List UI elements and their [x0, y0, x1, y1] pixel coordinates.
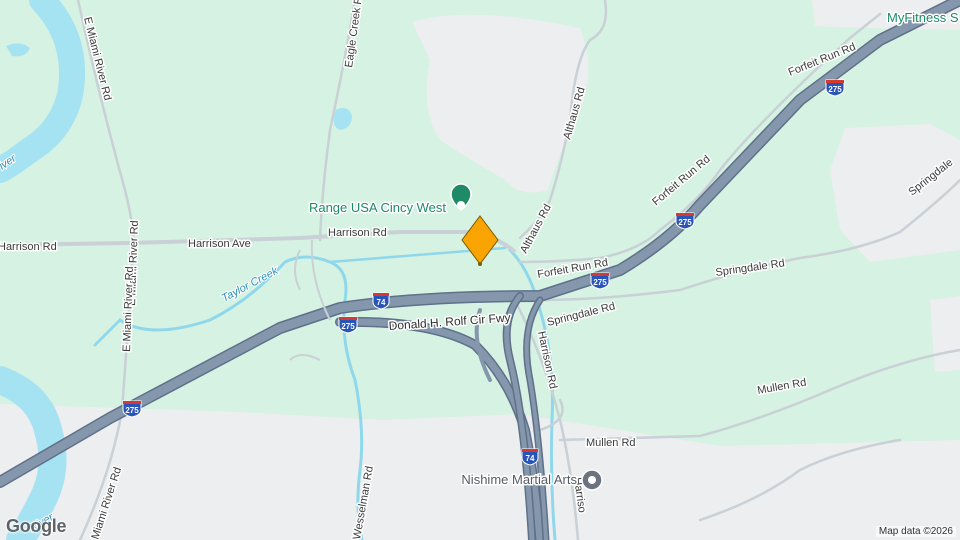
- shield-i74-icon: 74: [521, 448, 539, 466]
- road-label: Harrison Rd: [328, 227, 387, 239]
- shield-i275-icon: 275: [122, 400, 142, 418]
- shield-label: 275: [125, 406, 139, 415]
- shield-i74-icon: 74: [372, 292, 390, 310]
- shield-i275-icon: 275: [825, 79, 845, 97]
- map-canvas[interactable]: 275 275 275 275 275 74 74 Harrison Rd Ha…: [0, 0, 960, 540]
- shield-label: 74: [377, 298, 386, 307]
- shield-label: 74: [526, 454, 535, 463]
- shield-i275-icon: 275: [675, 212, 695, 230]
- shield-i275-icon: 275: [590, 272, 610, 290]
- map-attribution[interactable]: Map data ©2026: [875, 526, 956, 537]
- place-myfitness[interactable]: MyFitness S: [886, 9, 960, 27]
- shield-label: 275: [828, 85, 842, 94]
- place-label: Nishime Martial Arts: [461, 472, 577, 487]
- shield-label: 275: [593, 278, 607, 287]
- shield-label: 275: [341, 322, 355, 331]
- martial-arts-pin-icon[interactable]: [581, 469, 603, 491]
- shield-label: 275: [678, 218, 692, 227]
- place-label: Range USA Cincy West: [309, 200, 446, 215]
- shield-i275-icon: 275: [338, 316, 358, 334]
- map-svg: 275 275 275 275 275 74 74 Harrison Rd Ha…: [0, 0, 960, 540]
- google-logo: Google: [6, 516, 67, 536]
- road-label: Harrison Rd: [0, 241, 57, 253]
- road-label: Mullen Rd: [586, 437, 636, 449]
- road-label: Harrison Ave: [188, 238, 251, 250]
- place-label: MyFitness S: [887, 10, 959, 25]
